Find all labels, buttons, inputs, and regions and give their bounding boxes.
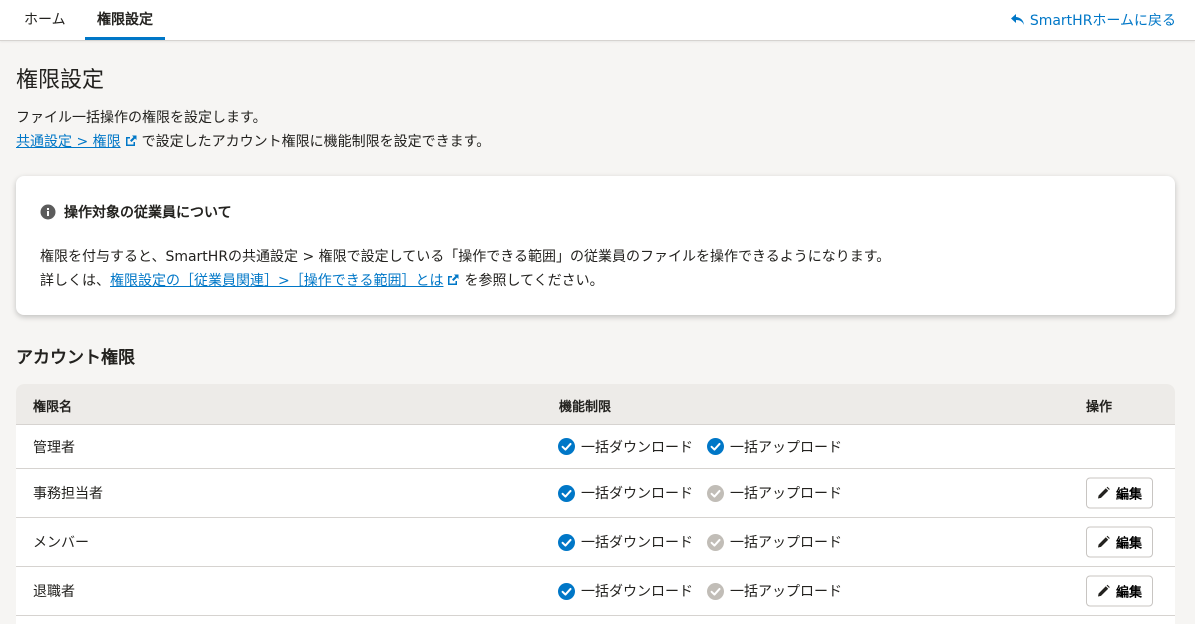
info-body-line: 権限を付与すると、SmartHRの共通設定 > 権限で設定している「操作できる範… [40, 249, 891, 265]
common-settings-permission-link[interactable]: 共通設定 > 権限 [16, 131, 138, 151]
info-circle-icon [40, 204, 56, 220]
upload-restriction: 一括アップロード [707, 437, 842, 457]
permissions-table: 権限名 機能制限 操作 管理者 一括ダウンロード 一括アップロード 事務担当者 … [16, 384, 1175, 624]
permission-name: 退職者 [33, 584, 75, 600]
upload-restriction: 一括アップロード [707, 532, 842, 552]
permission-name: 事務担当者 [33, 486, 103, 502]
download-label: 一括ダウンロード [581, 486, 693, 502]
operable-scope-help-link[interactable]: 権限設定の［従業員関連］>［操作できる範囲］とは [110, 270, 460, 290]
upload-label: 一括アップロード [730, 439, 842, 456]
top-navigation-bar: ホーム 権限設定 SmartHRホームに戻る [0, 0, 1195, 41]
upload-label: 一括アップロード [730, 535, 842, 551]
info-line2-prefix: 詳しくは、 [40, 273, 110, 289]
pencil-icon [1097, 486, 1110, 499]
upload-restriction: 一括アップロード [707, 483, 842, 503]
upload-restriction: 一括アップロード [707, 581, 842, 601]
external-link-icon [125, 135, 137, 146]
download-label: 一括ダウンロード [581, 535, 693, 551]
external-link-icon [448, 274, 459, 285]
settings-suffix-text: で設定したアカウント権限に機能制限を設定できます。 [141, 134, 491, 150]
header-function-restrictions: 機能制限 [559, 400, 612, 415]
info-reference-line: 詳しくは、 権限設定の［従業員関連］>［操作できる範囲］とは を参照してください… [40, 270, 604, 290]
download-restriction: 一括ダウンロード [558, 483, 693, 503]
account-permissions-heading: アカウント権限 [16, 348, 135, 368]
check-circle-icon [707, 582, 724, 600]
download-restriction: 一括ダウンロード [558, 437, 693, 457]
check-circle-icon [558, 533, 575, 551]
header-permission-name: 権限名 [33, 400, 73, 415]
page-description: ファイル一括操作の権限を設定します。 [16, 110, 267, 126]
check-circle-icon [558, 438, 575, 455]
undo-arrow-icon [1010, 14, 1024, 25]
check-circle-icon [558, 484, 575, 502]
tab-permission-settings[interactable]: 権限設定 [85, 0, 165, 40]
page-title: 権限設定 [16, 68, 105, 93]
check-circle-icon [707, 533, 724, 551]
upload-label: 一括アップロード [730, 584, 842, 600]
check-circle-icon [558, 582, 575, 600]
edit-button[interactable]: 編集 [1086, 477, 1153, 509]
back-to-smarthr-home-link[interactable]: SmartHRホームに戻る [1010, 10, 1176, 30]
permission-name: メンバー [33, 535, 89, 551]
info-panel-title: 操作対象の従業員について [40, 202, 232, 222]
tab-home[interactable]: ホーム [24, 0, 66, 40]
download-label: 一括ダウンロード [581, 584, 693, 600]
edit-button-label: 編集 [1115, 584, 1142, 600]
check-circle-icon [707, 484, 724, 502]
common-settings-link-label: 共通設定 > 権限 [16, 134, 121, 150]
back-link-label: SmartHRホームに戻る [1029, 13, 1176, 29]
table-row: メンバー 一括ダウンロード 一括アップロード 編集 [16, 518, 1175, 567]
operable-scope-link-label: 権限設定の［従業員関連］>［操作できる範囲］とは [110, 273, 444, 289]
download-restriction: 一括ダウンロード [558, 581, 693, 601]
info-line2-suffix: を参照してください。 [464, 273, 604, 289]
table-row: 退職者 一括ダウンロード 一括アップロード 編集 [16, 567, 1175, 616]
table-row: 事務担当者 一括ダウンロード 一括アップロード 編集 [16, 469, 1175, 518]
edit-button[interactable]: 編集 [1086, 526, 1153, 558]
page-description-link-line: 共通設定 > 権限 で設定したアカウント権限に機能制限を設定できます。 [16, 131, 490, 151]
info-title-text: 操作対象の従業員について [64, 205, 232, 221]
pencil-icon [1097, 584, 1110, 597]
header-actions: 操作 [1086, 400, 1113, 415]
edit-button-label: 編集 [1115, 535, 1142, 551]
upload-label: 一括アップロード [730, 486, 842, 502]
download-restriction: 一括ダウンロード [558, 532, 693, 552]
table-row: 管理者 一括ダウンロード 一括アップロード [16, 425, 1175, 469]
check-circle-icon [707, 438, 724, 455]
info-panel: 操作対象の従業員について 権限を付与すると、SmartHRの共通設定 > 権限で… [16, 176, 1175, 315]
permission-name: 管理者 [33, 439, 75, 456]
download-label: 一括ダウンロード [581, 439, 693, 456]
pencil-icon [1097, 535, 1110, 548]
table-header: 権限名 機能制限 操作 [16, 384, 1175, 425]
edit-button[interactable]: 編集 [1086, 575, 1153, 607]
edit-button-label: 編集 [1115, 486, 1142, 502]
